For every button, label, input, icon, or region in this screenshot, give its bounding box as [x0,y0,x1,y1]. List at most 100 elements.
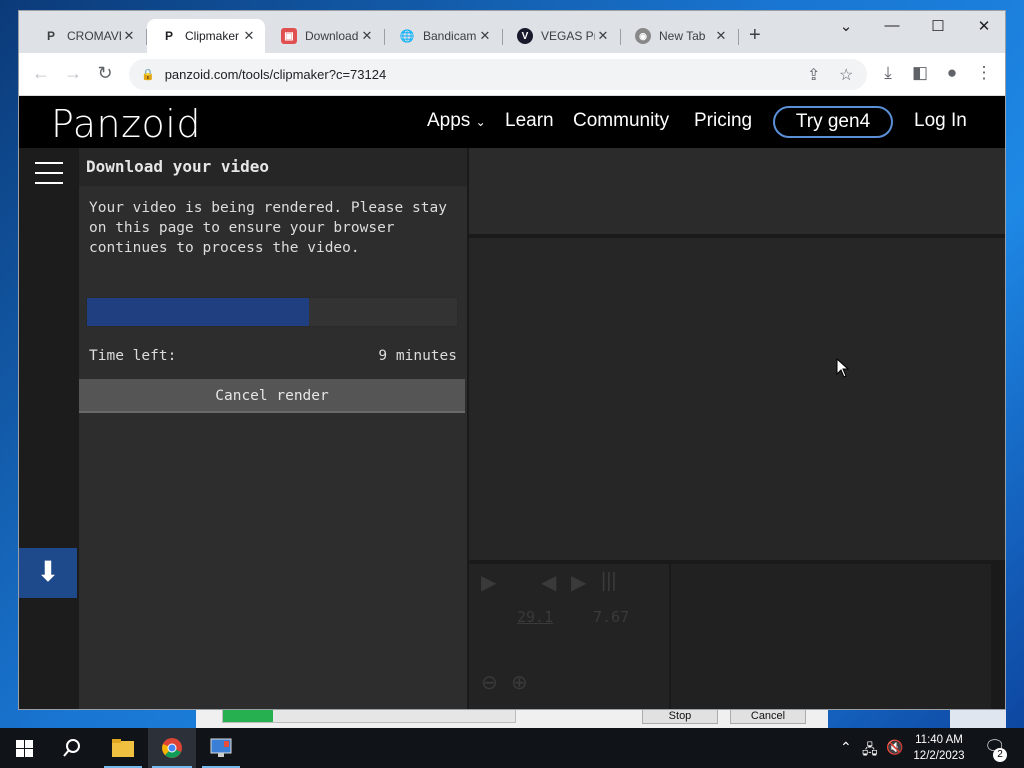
address-bar[interactable]: 🔒 panzoid.com/tools/clipmaker?c=73124 ⇪ … [129,59,867,90]
new-tab-button[interactable]: + [749,25,761,45]
tab-new-tab[interactable]: ◉ New Tab ✕ [621,19,737,53]
previous-icon[interactable]: ◀ [541,570,556,595]
try-gen4-button[interactable]: Try gen4 [773,106,893,138]
tab-download[interactable]: ▣ Download ✕ [267,19,383,53]
time-left-label: Time left: [89,348,177,364]
background-cancel-button[interactable]: Cancel [730,708,806,724]
vegas-icon: V [517,28,533,44]
download-arrow-icon[interactable]: ⬇ [19,548,77,598]
close-icon[interactable]: ✕ [477,28,493,44]
menu-kebab-icon[interactable]: ⋮ [973,63,995,83]
start-button[interactable] [0,728,48,768]
download-icon[interactable]: ⤓ [877,63,899,83]
close-icon[interactable]: ✕ [241,28,257,44]
search-button[interactable] [48,728,96,768]
tab-cromave[interactable]: P CROMAVE ✕ [29,19,145,53]
tab-separator [738,29,739,45]
web-page: Panzoid Apps ⌄ Learn Community Pricing T… [19,96,1005,709]
notification-count-badge: 2 [993,748,1007,762]
timeline-tracks[interactable] [671,564,991,709]
site-header: Panzoid Apps ⌄ Learn Community Pricing T… [19,96,1005,148]
nav-learn[interactable]: Learn [505,110,554,132]
close-icon[interactable]: ✕ [595,28,611,44]
volume-muted-icon[interactable]: 🔇 [886,739,903,756]
panzoid-logo[interactable]: Panzoid [51,102,201,146]
zoom-in-icon[interactable]: ⊕ [511,670,528,695]
globe-icon: 🌐 [399,29,415,43]
share-icon[interactable]: ⇪ [807,65,820,85]
chevron-down-icon: ⌄ [475,115,486,129]
tab-title: CROMAVE [67,29,121,43]
reload-button[interactable]: ↻ [93,63,117,84]
preview-canvas [469,238,1005,560]
background-stop-button[interactable]: Stop [642,708,718,724]
download-site-icon: ▣ [281,28,297,44]
chrome-taskbar-button[interactable] [148,728,196,768]
tab-clipmaker[interactable]: P Clipmaker ✕ [147,19,265,53]
panel-title: Download your video [79,148,467,186]
file-explorer-button[interactable] [100,728,146,768]
duration: 7.67 [593,608,630,626]
side-panel-icon[interactable]: ◧ [909,63,931,83]
maximize-button[interactable]: ☐ [923,17,953,35]
cancel-render-button[interactable]: Cancel render [79,379,465,413]
panzoid-icon: P [164,29,173,43]
playback-controls: ▶ ◀ ▶ ||| 29.1 7.67 ⊖ ⊕ [469,564,669,709]
time-left-row: Time left: 9 minutes [89,348,457,364]
bandicam-taskbar-button[interactable] [198,728,244,768]
bookmark-star-icon[interactable]: ☆ [839,65,853,85]
clock-date: 12/2/2023 [913,750,965,762]
nav-community[interactable]: Community [573,110,669,132]
close-icon[interactable]: ✕ [713,28,729,44]
system-clock[interactable]: 11:40 AM 12/2/2023 [906,732,972,764]
close-icon[interactable]: ✕ [359,28,375,44]
current-time: 29.1 [517,608,554,626]
render-progress-fill [87,298,309,326]
download-panel: Download your video Your video is being … [79,148,467,709]
network-icon[interactable]: 🖧 [862,739,878,763]
clock-time: 11:40 AM [915,734,963,746]
search-icon [63,739,80,757]
windows-logo-icon [15,739,33,757]
render-message: Your video is being rendered. Please sta… [89,200,447,256]
chrome-icon [162,738,182,758]
tab-title: Bandicam [423,29,477,43]
lock-icon[interactable]: 🔒 [141,68,155,81]
waveform-icon[interactable]: ||| [601,570,617,593]
render-progress-bar [86,297,458,327]
tab-title: Download [305,29,359,43]
timeline-area: ▶ ◀ ▶ ||| 29.1 7.67 ⊖ ⊕ [469,560,1005,709]
login-link[interactable]: Log In [914,110,967,132]
nav-pricing[interactable]: Pricing [694,110,752,132]
nav-apps[interactable]: Apps ⌄ [427,110,486,132]
tab-title: Clipmaker [185,29,240,43]
mouse-cursor-icon [836,358,850,378]
folder-icon [112,739,134,757]
tab-bandicam[interactable]: 🌐 Bandicam ✕ [385,19,501,53]
close-icon[interactable]: ✕ [121,28,137,44]
tab-vegas[interactable]: V VEGAS Pr ✕ [503,19,619,53]
tab-title: New Tab [659,29,706,43]
tab-search-chevron-icon[interactable]: ⌄ [831,17,861,35]
profile-icon[interactable]: ● [941,63,963,83]
background-progress-fill [223,710,273,722]
time-left-value: 9 minutes [378,348,457,364]
browser-window: P CROMAVE ✕ P Clipmaker ✕ ▣ Download ✕ 🌐… [18,10,1006,710]
next-icon[interactable]: ▶ [571,570,586,595]
back-button[interactable]: ← [29,63,53,84]
browser-toolbar: ← → ↻ 🔒 panzoid.com/tools/clipmaker?c=73… [19,53,1005,96]
monitor-app-icon [210,738,232,757]
play-icon[interactable]: ▶ [481,570,496,595]
zoom-out-icon[interactable]: ⊖ [481,670,498,695]
chevron-up-icon[interactable]: ⌃ [840,739,852,756]
nav-apps-label: Apps [427,110,471,131]
forward-button[interactable]: → [61,63,85,84]
tab-title: VEGAS Pr [541,29,595,43]
url-text: panzoid.com/tools/clipmaker?c=73124 [164,67,387,82]
hamburger-menu-icon[interactable] [35,162,63,192]
close-window-button[interactable]: ✕ [969,17,999,35]
minimize-button[interactable]: — [877,17,907,34]
preview-top-area [469,148,1005,236]
background-progress-bar [222,709,516,723]
tab-strip: P CROMAVE ✕ P Clipmaker ✕ ▣ Download ✕ 🌐… [19,11,1005,53]
